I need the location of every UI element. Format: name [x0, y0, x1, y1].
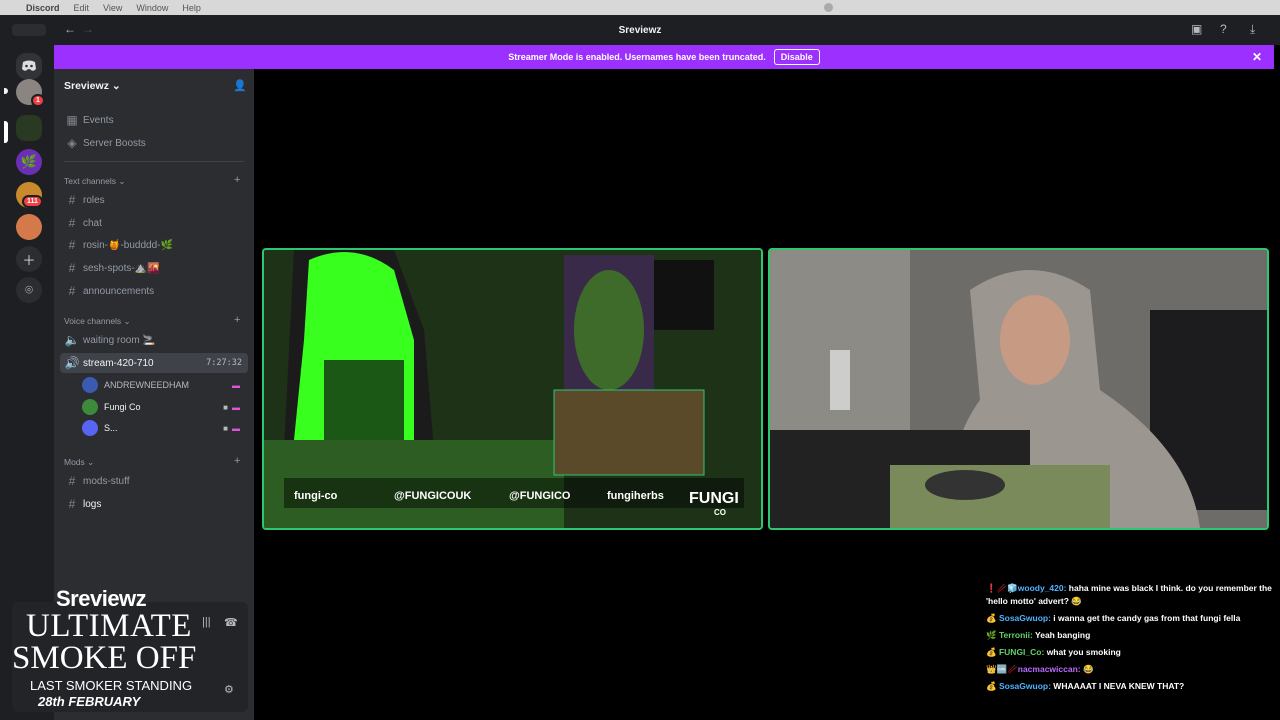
banner-text: Streamer Mode is enabled. Usernames have… — [508, 52, 766, 62]
server-icon-5[interactable] — [16, 214, 42, 240]
disable-button[interactable]: Disable — [773, 49, 820, 65]
channel-sesh-spots[interactable]: # sesh-spots-⛰️🌇 — [60, 258, 248, 278]
brand-logo-text: FUNGI — [689, 490, 739, 507]
voice-channel-waiting-room[interactable]: 🔈 waiting room 🚬 — [60, 330, 248, 350]
live-icon: ▬ — [232, 402, 240, 412]
voice-channel-stream[interactable]: 🔊 stream-420-710 7:27:32 — [60, 353, 248, 373]
channel-logs[interactable]: # logs — [60, 494, 248, 514]
add-text-channel-icon[interactable]: + — [234, 174, 240, 186]
hash-icon: # — [68, 497, 76, 511]
inbox-icon[interactable]: ▣ — [1191, 22, 1202, 36]
server-badge-1: 1 — [31, 94, 45, 107]
close-icon[interactable]: ✕ — [1252, 50, 1262, 64]
sidebar-item-events[interactable]: ▦ Events — [60, 110, 248, 130]
avatar — [82, 420, 98, 436]
overlay-subtitle: LAST SMOKER STANDING — [30, 678, 193, 693]
speaker-icon: 🔈 — [64, 333, 80, 347]
boost-icon: ◈ — [67, 136, 77, 150]
social-youtube: @FUNGICO — [509, 490, 571, 502]
calendar-icon: ▦ — [66, 113, 78, 127]
recording-dot-icon — [824, 3, 833, 12]
channel-mods-stuff[interactable]: # mods-stuff — [60, 471, 248, 491]
invite-icon[interactable]: 👤 — [233, 79, 247, 92]
overlay-date: 28th FEBRUARY — [38, 694, 141, 709]
channel-announcements[interactable]: # announcements — [60, 281, 248, 301]
category-voice-channels[interactable]: Voice channels ⌄ — [64, 316, 131, 327]
menu-help[interactable]: Help — [182, 3, 201, 13]
chat-message: 💰 FUNGI_Co: what you smoking — [986, 647, 1121, 657]
stream-overlay: ||| ☎ ⚙ Sreviewz ULTIMATE SMOKE OFF LAST… — [8, 584, 248, 714]
hash-icon: # — [68, 474, 76, 488]
streamer-mode-banner: Streamer Mode is enabled. Usernames have… — [54, 45, 1274, 69]
channel-rosin[interactable]: # rosin-🍯-budddd-🌿 — [60, 235, 248, 255]
window-titlebar: ← → Sreviewz ▣ ? ⤓ — [0, 15, 1280, 45]
chat-overlay: ❗🥢🧊woody_420: haha mine was black I thin… — [986, 582, 1272, 697]
add-server-icon[interactable]: ＋ — [16, 246, 42, 272]
stream-timer: 7:27:32 — [206, 358, 242, 368]
camera-icon: ■ — [223, 423, 228, 433]
voice-member-3[interactable]: S... ■ ▬ — [82, 418, 248, 438]
hash-icon: # — [68, 216, 76, 230]
soundwave-icon: ||| — [202, 616, 211, 628]
unread-pill — [4, 88, 8, 94]
channel-roles[interactable]: # roles — [60, 190, 248, 210]
chat-message: 💰 SosaGwuop: WHAAAAT I NEVA KNEW THAT? — [986, 681, 1185, 691]
help-icon[interactable]: ? — [1220, 22, 1227, 36]
hash-icon: # — [68, 284, 76, 298]
hash-icon: # — [68, 261, 76, 275]
menu-app-name[interactable]: Discord — [26, 3, 60, 13]
stream-tile-sreviewz[interactable] — [768, 248, 1269, 530]
overlay-title-line2: SMOKE OFF — [12, 640, 197, 676]
camera-icon: ■ — [223, 402, 228, 412]
stream-webcam-graphic — [770, 250, 1267, 528]
avatar — [82, 399, 98, 415]
voice-member-2[interactable]: Fungi Co ■ ▬ — [82, 397, 248, 417]
divider — [64, 161, 244, 162]
chat-message: 👑🆒🥢nacmacwiccan: 😂 — [986, 664, 1094, 674]
stream-video-graphic — [264, 250, 761, 528]
discover-icon[interactable]: ⌾ — [16, 277, 42, 303]
server-icon-sreviewz[interactable] — [16, 115, 42, 141]
channel-chat[interactable]: # chat — [60, 213, 248, 233]
live-icon: ▬ — [232, 423, 240, 433]
download-icon[interactable]: ⤓ — [1250, 22, 1255, 37]
chat-message: 💰 SosaGwuop: i wanna get the candy gas f… — [986, 613, 1241, 623]
social-fungi-co: fungi-co — [294, 490, 338, 502]
window-title: Sreviewz — [618, 24, 662, 36]
menu-edit[interactable]: Edit — [74, 3, 90, 13]
avatar — [82, 377, 98, 393]
stream-tile-fungi-co[interactable]: fungi-co @FUNGICOUK @FUNGICO fungiherbs … — [262, 248, 763, 530]
chat-message: 🌿 Terronii: Yeah banging — [986, 630, 1091, 640]
server-badge-2: 111 — [22, 195, 43, 208]
social-twitter: @FUNGICOUK — [394, 490, 472, 502]
live-icon: ▬ — [232, 380, 240, 390]
social-instagram: fungiherbs — [607, 490, 664, 502]
discord-home-icon[interactable] — [16, 53, 42, 79]
voice-member-1[interactable]: ANDREWNEEDHAM ▬ — [82, 375, 248, 395]
hash-icon: # — [68, 193, 76, 207]
sidebar-item-server-boosts[interactable]: ◈ Server Boosts — [60, 133, 248, 153]
selected-pill — [4, 121, 8, 143]
category-text-channels[interactable]: Text channels ⌄ — [64, 176, 125, 187]
category-mods[interactable]: Mods ⌄ — [64, 457, 94, 468]
settings-gear-icon[interactable]: ⚙ — [224, 683, 234, 696]
server-name-header[interactable]: Sreviewz ⌄ — [64, 80, 121, 92]
server-icon-leaf[interactable]: 🌿 — [16, 149, 42, 175]
add-mods-channel-icon[interactable]: + — [234, 455, 240, 467]
disconnect-icon[interactable]: ☎ — [224, 616, 238, 629]
chat-message: ❗🥢🧊woody_420: haha mine was black I thin… — [986, 583, 1272, 606]
mac-menubar: Discord Edit View Window Help — [0, 0, 1280, 15]
menu-view[interactable]: View — [103, 3, 122, 13]
add-voice-channel-icon[interactable]: + — [234, 314, 240, 326]
speaker-active-icon: 🔊 — [64, 356, 80, 370]
hash-icon: # — [68, 238, 76, 252]
menu-window[interactable]: Window — [136, 3, 168, 13]
brand-logo-sub: CO — [714, 508, 726, 517]
